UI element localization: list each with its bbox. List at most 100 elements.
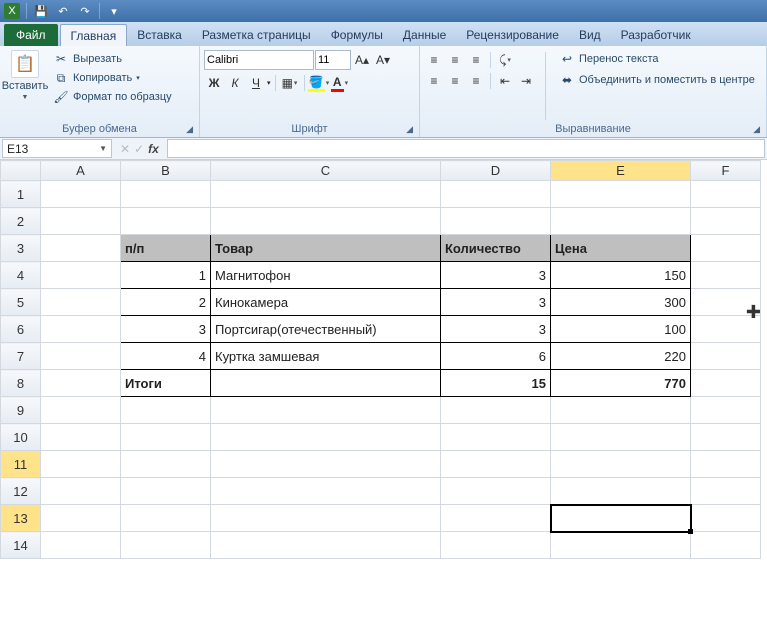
paste-button[interactable]: 📋 Вставить ▼ [4,48,46,122]
font-name-select[interactable] [204,50,314,70]
wrap-text-button[interactable]: ↩ Перенос текста [555,50,759,68]
align-center-button[interactable]: ≡ [445,71,465,91]
cut-button[interactable]: ✂ Вырезать [49,50,176,68]
align-bottom-button[interactable]: ≡ [466,50,486,70]
row-header[interactable]: 9 [1,397,41,424]
col-header[interactable]: B [121,161,211,181]
spreadsheet-grid[interactable]: A B C D E F 1 2 3 п/п Товар Количество Ц… [0,160,767,627]
borders-button[interactable]: ▦ [280,73,300,93]
cell[interactable]: 2 [121,289,211,316]
tab-file[interactable]: Файл [4,24,58,46]
ribbon-tabs: Файл Главная Вставка Разметка страницы Ф… [0,22,767,46]
decrease-font-icon[interactable]: A▾ [373,50,393,70]
row-header[interactable]: 2 [1,208,41,235]
copy-button[interactable]: ⧉ Копировать ▾ [49,69,176,87]
decrease-indent-button[interactable]: ⇤ [495,71,515,91]
qat-dropdown-icon[interactable]: ▾ [106,3,122,19]
font-color-button[interactable]: A [330,73,350,93]
quick-access-toolbar: X 💾 ↶ ↷ ▾ [0,0,767,22]
cell[interactable]: 3 [441,262,551,289]
bold-button[interactable]: Ж [204,73,224,93]
tab-formulas[interactable]: Формулы [321,24,393,46]
font-size-select[interactable] [315,50,351,70]
cell[interactable]: Количество [441,235,551,262]
increase-font-icon[interactable]: A▴ [352,50,372,70]
row-header[interactable]: 14 [1,532,41,559]
cell[interactable]: 3 [441,289,551,316]
col-header[interactable]: F [691,161,761,181]
row-header[interactable]: 3 [1,235,41,262]
tab-view[interactable]: Вид [569,24,611,46]
cell[interactable]: Товар [211,235,441,262]
align-left-button[interactable]: ≡ [424,71,444,91]
orientation-button[interactable]: ⤹ [495,50,515,70]
copy-icon: ⧉ [53,70,69,86]
cell[interactable]: п/п [121,235,211,262]
redo-icon[interactable]: ↷ [77,3,93,19]
col-header[interactable]: D [441,161,551,181]
cell[interactable]: Куртка замшевая [211,343,441,370]
row-header[interactable]: 11 [1,451,41,478]
cell[interactable]: Итоги [121,370,211,397]
tab-insert[interactable]: Вставка [127,24,192,46]
cancel-formula-icon[interactable]: ✕ [120,142,130,156]
cell[interactable]: 220 [551,343,691,370]
undo-icon[interactable]: ↶ [55,3,71,19]
row-header[interactable]: 5 [1,289,41,316]
italic-button[interactable]: К [225,73,245,93]
format-painter-button[interactable]: 🖌 Формат по образцу [49,88,176,106]
row-header[interactable]: 4 [1,262,41,289]
tab-home[interactable]: Главная [60,24,128,46]
dialog-launcher-icon[interactable]: ◢ [186,124,193,135]
row-header[interactable]: 6 [1,316,41,343]
dialog-launcher-icon[interactable]: ◢ [406,124,413,135]
fill-color-button[interactable]: 🪣 [309,73,329,93]
merge-center-button[interactable]: ⬌ Объединить и поместить в центре [555,71,759,89]
dialog-launcher-icon[interactable]: ◢ [753,124,760,135]
cell[interactable]: 15 [441,370,551,397]
ribbon: 📋 Вставить ▼ ✂ Вырезать ⧉ Копировать ▾ 🖌… [0,46,767,138]
cell[interactable]: Портсигар(отечественный) [211,316,441,343]
row-header[interactable]: 8 [1,370,41,397]
row-header[interactable]: 13 [1,505,41,532]
bucket-icon: 🪣 [308,75,325,92]
col-header[interactable]: C [211,161,441,181]
cell[interactable]: 300 [551,289,691,316]
alignment-group-label: Выравнивание◢ [424,122,762,137]
select-all-corner[interactable] [1,161,41,181]
cell[interactable]: 4 [121,343,211,370]
align-right-button[interactable]: ≡ [466,71,486,91]
chevron-down-icon[interactable]: ▼ [99,144,107,153]
cell[interactable]: 3 [441,316,551,343]
cell[interactable]: 1 [121,262,211,289]
fx-icon[interactable]: fx [148,142,159,156]
cell[interactable] [211,370,441,397]
name-box[interactable]: E13 ▼ [2,139,112,158]
formula-input[interactable] [167,139,765,158]
row-header[interactable]: 1 [1,181,41,208]
cell[interactable]: Цена [551,235,691,262]
row-header[interactable]: 12 [1,478,41,505]
cell[interactable]: 770 [551,370,691,397]
underline-button[interactable]: Ч [246,73,266,93]
save-icon[interactable]: 💾 [33,3,49,19]
tab-review[interactable]: Рецензирование [456,24,569,46]
cell[interactable]: 3 [121,316,211,343]
cell[interactable]: Магнитофон [211,262,441,289]
cell[interactable]: 100 [551,316,691,343]
active-cell[interactable] [551,505,691,532]
cell[interactable]: Кинокамера [211,289,441,316]
col-header[interactable]: A [41,161,121,181]
cell[interactable]: 6 [441,343,551,370]
increase-indent-button[interactable]: ⇥ [516,71,536,91]
enter-formula-icon[interactable]: ✓ [134,142,144,156]
row-header[interactable]: 10 [1,424,41,451]
col-header[interactable]: E [551,161,691,181]
align-middle-button[interactable]: ≡ [445,50,465,70]
tab-data[interactable]: Данные [393,24,456,46]
cell[interactable]: 150 [551,262,691,289]
tab-developer[interactable]: Разработчик [611,24,701,46]
align-top-button[interactable]: ≡ [424,50,444,70]
tab-page-layout[interactable]: Разметка страницы [192,24,321,46]
row-header[interactable]: 7 [1,343,41,370]
